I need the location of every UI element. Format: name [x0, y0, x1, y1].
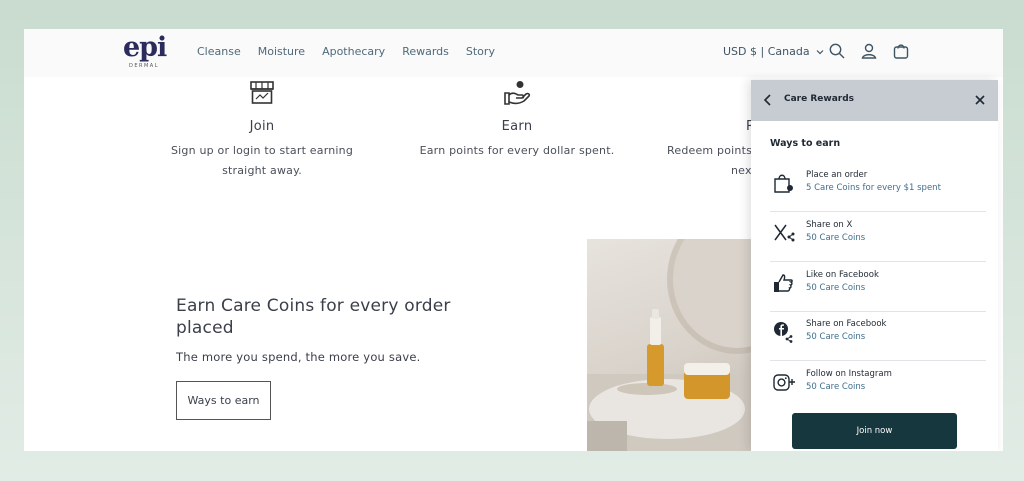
- x-share-icon: [774, 224, 795, 242]
- logo-subtext: DERMAL: [129, 63, 160, 69]
- earn-item-follow-instagram[interactable]: Follow on Instagram 50 Care Coins: [770, 362, 986, 411]
- earn-item-like-facebook[interactable]: Like on Facebook 50 Care Coins: [770, 263, 986, 312]
- currency-selector[interactable]: USD $ | Canada: [723, 45, 824, 58]
- nav-item-moisture[interactable]: Moisture: [258, 45, 305, 58]
- ways-to-earn-button[interactable]: Ways to earn: [176, 381, 271, 420]
- site-header: epi DERMAL Cleanse Moisture Apothecary R…: [24, 29, 1003, 77]
- earn-item-points: 50 Care Coins: [806, 382, 866, 392]
- main-nav: Cleanse Moisture Apothecary Rewards Stor…: [197, 45, 495, 58]
- join-now-button[interactable]: Join now: [792, 413, 957, 449]
- currency-label: USD $ | Canada: [723, 45, 810, 58]
- earn-item-share-x[interactable]: Share on X 50 Care Coins: [770, 213, 986, 262]
- earn-item-place-order[interactable]: Place an order 5 Care Coins for every $1…: [770, 163, 986, 212]
- earn-item-name: Share on Facebook: [806, 319, 887, 329]
- nav-item-story[interactable]: Story: [466, 45, 495, 58]
- promo-title: Earn Care Coins for every order placed: [176, 296, 451, 338]
- cart-icon[interactable]: [892, 42, 910, 60]
- back-arrow-icon[interactable]: [762, 93, 774, 107]
- nav-item-apothecary[interactable]: Apothecary: [322, 45, 385, 58]
- account-icon[interactable]: [860, 42, 878, 60]
- nav-item-cleanse[interactable]: Cleanse: [197, 45, 241, 58]
- rewards-panel: Care Rewards Ways to earn Place an order…: [751, 80, 998, 451]
- feature-title: Earn: [501, 119, 533, 134]
- feature-text: Earn points for every dollar spent.: [419, 144, 615, 157]
- rewards-panel-header: Care Rewards: [751, 80, 998, 121]
- hand-coin-icon: [504, 81, 531, 105]
- feature-join: Join Sign up or login to start earning s…: [162, 79, 362, 181]
- storefront-icon: [250, 81, 274, 104]
- earn-item-share-facebook[interactable]: Share on Facebook 50 Care Coins: [770, 312, 986, 361]
- logo[interactable]: epi DERMAL: [123, 33, 167, 73]
- earn-item-name: Like on Facebook: [806, 270, 879, 280]
- feature-title: Join: [249, 119, 275, 134]
- close-icon[interactable]: [974, 94, 986, 106]
- facebook-share-icon: [774, 322, 793, 343]
- promo-subtitle: The more you spend, the more you save.: [176, 350, 421, 364]
- earn-item-points: 50 Care Coins: [806, 233, 866, 243]
- rewards-panel-title: Care Rewards: [784, 94, 855, 104]
- earn-item-points: 50 Care Coins: [806, 332, 866, 342]
- earn-item-name: Place an order: [806, 170, 868, 180]
- feature-text: Sign up or login to start earning straig…: [170, 144, 354, 177]
- logo-mark: epi: [123, 32, 167, 63]
- page-frame: epi DERMAL Cleanse Moisture Apothecary R…: [24, 29, 1003, 451]
- feature-earn: Earn Earn points for every dollar spent.: [417, 79, 617, 161]
- search-icon[interactable]: [828, 42, 846, 60]
- thumbs-up-icon: [774, 274, 793, 292]
- chevron-down-icon: [816, 49, 823, 54]
- nav-item-rewards[interactable]: Rewards: [402, 45, 449, 58]
- earn-item-name: Follow on Instagram: [806, 369, 892, 379]
- earn-item-name: Share on X: [806, 220, 853, 230]
- product-photo: [587, 239, 757, 451]
- shopping-bag-icon: [774, 174, 793, 193]
- earn-item-points: 5 Care Coins for every $1 spent: [806, 183, 941, 193]
- ways-to-earn-heading: Ways to earn: [770, 138, 841, 149]
- earn-item-points: 50 Care Coins: [806, 283, 866, 293]
- instagram-follow-icon: [773, 374, 795, 391]
- product-photo-art: [587, 239, 757, 451]
